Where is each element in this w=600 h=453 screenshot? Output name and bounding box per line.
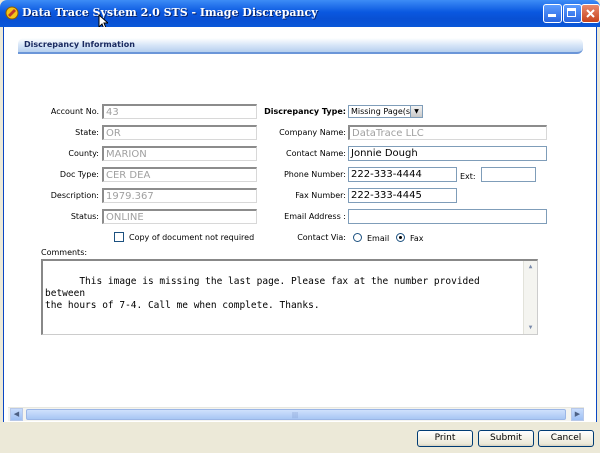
horizontal-scrollbar[interactable]: ◀ ||| ▶ (8, 407, 584, 421)
phone-field[interactable]: 222-333-4444 (348, 167, 457, 182)
grip-icon: ||| (292, 412, 299, 419)
comments-textarea[interactable]: This image is missing the last page. Ple… (41, 259, 538, 335)
scroll-left-icon[interactable]: ◀ (10, 408, 23, 421)
account-label: Account No. (50, 107, 99, 116)
email-field[interactable] (348, 209, 547, 224)
comments-label: Comments: (41, 248, 88, 257)
cancel-button[interactable]: Cancel (538, 430, 594, 447)
ext-label: Ext: (460, 172, 476, 181)
company-field[interactable]: DataTrace LLC (348, 125, 547, 140)
minimize-icon (548, 14, 556, 17)
description-field[interactable]: 1979.367 (102, 188, 257, 203)
account-field[interactable]: 43 (102, 104, 257, 119)
status-label: Status: (70, 212, 99, 221)
submit-button[interactable]: Submit (478, 430, 534, 447)
copy-not-required-checkbox[interactable] (114, 232, 124, 242)
image-discrepancy-window: Data Trace System 2.0 STS - Image Discre… (0, 0, 600, 453)
app-icon (5, 6, 19, 20)
print-button[interactable]: Print (417, 430, 473, 447)
fax-field[interactable]: 222-333-4445 (348, 188, 457, 203)
phone-label: Phone Number: (283, 170, 346, 179)
minimize-button[interactable] (543, 4, 562, 23)
county-field[interactable]: MARION (102, 146, 257, 161)
contact-via-label: Contact Via: (297, 233, 346, 242)
maximize-icon (567, 8, 576, 17)
state-label: State: (75, 128, 99, 137)
company-label: Company Name: (279, 128, 346, 137)
description-label: Description: (50, 191, 99, 200)
email-label: Email Address : (284, 212, 346, 221)
close-button[interactable] (581, 4, 600, 23)
comments-scrollbar[interactable]: ▲ ▼ (523, 261, 537, 334)
contact-via-email-label: Email (367, 234, 390, 243)
scroll-up-icon[interactable]: ▲ (524, 261, 537, 273)
contact-via-email-radio[interactable] (353, 233, 362, 242)
contact-field[interactable]: Jonnie Dough (348, 146, 547, 161)
maximize-button[interactable] (563, 4, 582, 23)
county-label: County: (68, 149, 99, 158)
ext-field[interactable] (481, 167, 536, 182)
contact-via-fax-label: Fax (410, 234, 424, 243)
button-bar: Print Submit Cancel (3, 422, 597, 453)
scroll-down-icon[interactable]: ▼ (524, 322, 537, 334)
discrepancy-type-label: Discrepancy Type: (264, 107, 346, 116)
form-panel: Discrepancy Information Account No. 43 S… (3, 27, 597, 422)
discrepancy-type-select[interactable]: Missing Page(s) ▼ (348, 105, 423, 118)
close-icon (586, 9, 595, 18)
chevron-down-icon: ▼ (410, 106, 422, 117)
discrepancy-type-value: Missing Page(s) (351, 107, 414, 116)
window-title: Data Trace System 2.0 STS - Image Discre… (22, 6, 318, 19)
title-bar[interactable]: Data Trace System 2.0 STS - Image Discre… (0, 0, 600, 27)
scroll-right-icon[interactable]: ▶ (571, 408, 584, 421)
state-field[interactable]: OR (102, 125, 257, 140)
doc-type-label: Doc Type: (59, 170, 99, 179)
contact-via-fax-radio[interactable] (396, 233, 405, 242)
fax-label: Fax Number: (295, 191, 346, 200)
section-title: Discrepancy Information (24, 40, 135, 49)
section-header: Discrepancy Information (18, 38, 583, 54)
doc-type-field[interactable]: CER DEA (102, 167, 257, 182)
contact-label: Contact Name: (286, 149, 346, 158)
scroll-thumb[interactable]: ||| (26, 409, 566, 420)
comments-text: This image is missing the last page. Ple… (45, 276, 480, 311)
copy-not-required-label: Copy of document not required (129, 233, 255, 242)
status-field[interactable]: ONLINE (102, 209, 257, 224)
